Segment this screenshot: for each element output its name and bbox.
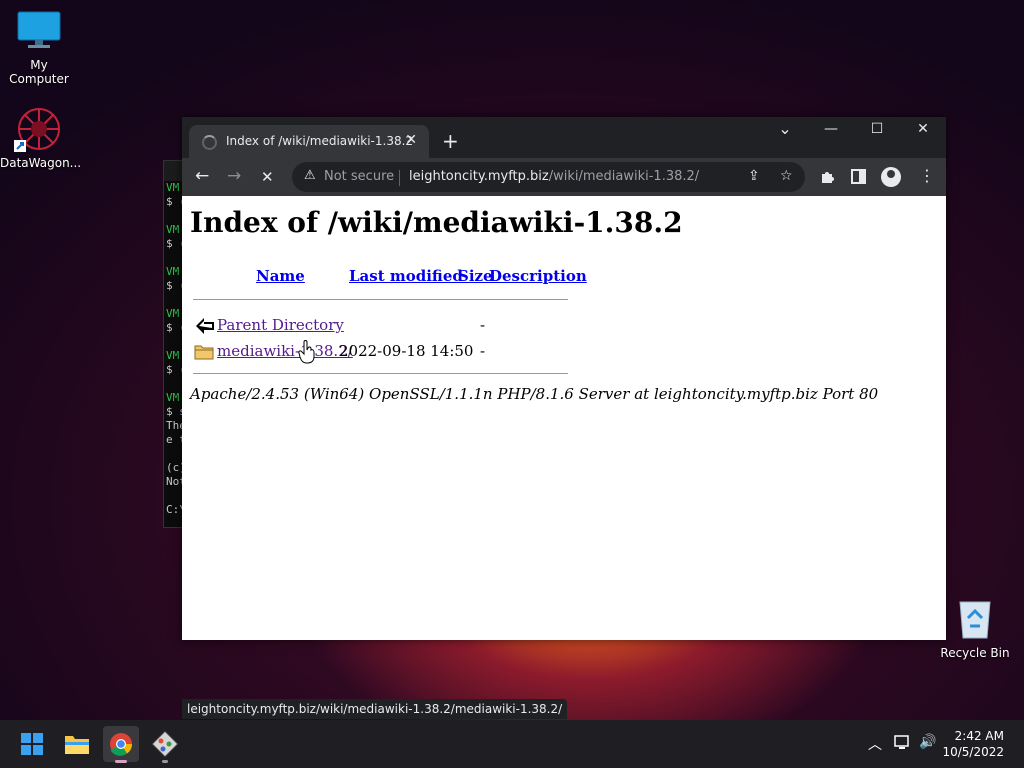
- network-icon[interactable]: [894, 735, 912, 751]
- mediawiki-folder-size: -: [480, 342, 486, 360]
- running-app-indicator: [162, 760, 168, 763]
- git-icon: [151, 730, 179, 758]
- file-explorer-icon: [65, 736, 89, 754]
- taskbar: ︿ 🔊 2:42 AM 10/5/2022: [0, 720, 1024, 768]
- datawagon-icon: [14, 108, 60, 152]
- bookmark-star-icon[interactable]: ☆: [780, 168, 793, 184]
- url-text[interactable]: leightoncity.myftp.biz/wiki/mediawiki-1.…: [409, 169, 699, 184]
- address-bar[interactable]: ⚠ Not secure leightoncity.myftp.biz/wiki…: [292, 162, 805, 192]
- recycle-bin-icon: [959, 601, 991, 639]
- close-window-button[interactable]: ✕: [900, 121, 946, 137]
- url-host: leightoncity.myftp.biz: [409, 169, 549, 184]
- my-computer-icon[interactable]: [16, 10, 62, 50]
- column-size-link[interactable]: Size: [458, 267, 493, 285]
- back-button[interactable]: ←: [195, 166, 209, 186]
- profile-avatar-icon[interactable]: [881, 167, 901, 187]
- tab-close-button[interactable]: ✕: [405, 132, 417, 148]
- page-content: Index of /wiki/mediawiki-1.38.2 Name Las…: [182, 196, 946, 719]
- chrome-button[interactable]: [103, 726, 139, 763]
- mediawiki-folder-link[interactable]: mediawiki-1.38.2/: [217, 342, 353, 360]
- chrome-icon: [110, 733, 133, 756]
- tab-search-button[interactable]: ⌄: [762, 119, 808, 138]
- page-heading: Index of /wiki/mediawiki-1.38.2: [190, 206, 683, 239]
- menu-kebab-icon[interactable]: ⋮: [919, 166, 935, 185]
- clock-date: 10/5/2022: [942, 745, 1004, 759]
- stop-loading-button[interactable]: ✕: [261, 168, 274, 186]
- my-computer-label: My Computer: [9, 58, 69, 86]
- file-explorer-button[interactable]: [59, 726, 95, 762]
- header-rule: [193, 299, 568, 300]
- datawagon-shortcut[interactable]: [14, 104, 64, 154]
- warning-triangle-icon: ⚠: [304, 168, 316, 183]
- parent-directory-link[interactable]: Parent Directory: [217, 316, 344, 334]
- column-description-link[interactable]: Description: [489, 267, 587, 285]
- git-button[interactable]: [147, 726, 183, 763]
- browser-window: Index of /wiki/mediawiki-1.38.2 ✕ + ⌄ — …: [182, 117, 946, 719]
- show-hidden-icons-chevron-icon[interactable]: ︿: [868, 734, 882, 754]
- tab-strip: Index of /wiki/mediawiki-1.38.2 ✕ + ⌄ — …: [182, 117, 946, 158]
- folder-icon: [194, 345, 214, 360]
- volume-icon[interactable]: 🔊: [919, 734, 936, 750]
- back-arrow-icon: [196, 318, 214, 334]
- hand-cursor-icon: [298, 340, 315, 364]
- monitor-icon: [17, 11, 61, 48]
- side-panel-icon[interactable]: [851, 169, 866, 184]
- start-icon: [21, 733, 43, 755]
- omnibox-divider: [399, 170, 400, 186]
- system-clock[interactable]: 2:42 AM 10/5/2022: [942, 728, 1004, 760]
- active-app-indicator: [115, 760, 127, 763]
- maximize-button[interactable]: ☐: [854, 121, 900, 137]
- url-path: /wiki/mediawiki-1.38.2/: [548, 169, 700, 184]
- parent-directory-size: -: [480, 316, 486, 334]
- recycle-bin[interactable]: [956, 598, 994, 640]
- new-tab-button[interactable]: +: [442, 129, 459, 153]
- browser-tab[interactable]: Index of /wiki/mediawiki-1.38.2 ✕: [189, 125, 429, 158]
- clock-time: 2:42 AM: [954, 729, 1004, 743]
- footer-rule: [193, 373, 568, 374]
- minimize-button[interactable]: —: [808, 121, 854, 137]
- mediawiki-folder-modified: 2022-09-18 14:50: [339, 342, 474, 360]
- start-button[interactable]: [14, 726, 50, 762]
- datawagon-label: DataWagon...: [0, 156, 82, 170]
- recycle-bin-label: Recycle Bin: [940, 646, 1010, 660]
- server-signature: Apache/2.4.53 (Win64) OpenSSL/1.1.1n PHP…: [190, 385, 879, 403]
- forward-button[interactable]: →: [227, 166, 241, 186]
- security-indicator[interactable]: Not secure: [324, 169, 394, 184]
- status-bar-url: leightoncity.myftp.biz/wiki/mediawiki-1.…: [182, 699, 568, 719]
- browser-toolbar: ← → ✕ ⚠ Not secure leightoncity.myftp.bi…: [182, 158, 946, 196]
- column-name-link[interactable]: Name: [256, 267, 305, 285]
- column-last-modified-link[interactable]: Last modified: [349, 267, 463, 285]
- share-icon[interactable]: ⇪: [748, 168, 760, 184]
- extensions-puzzle-icon[interactable]: [819, 168, 836, 185]
- tab-title: Index of /wiki/mediawiki-1.38.2: [226, 134, 414, 148]
- loading-spinner-icon: [202, 135, 217, 150]
